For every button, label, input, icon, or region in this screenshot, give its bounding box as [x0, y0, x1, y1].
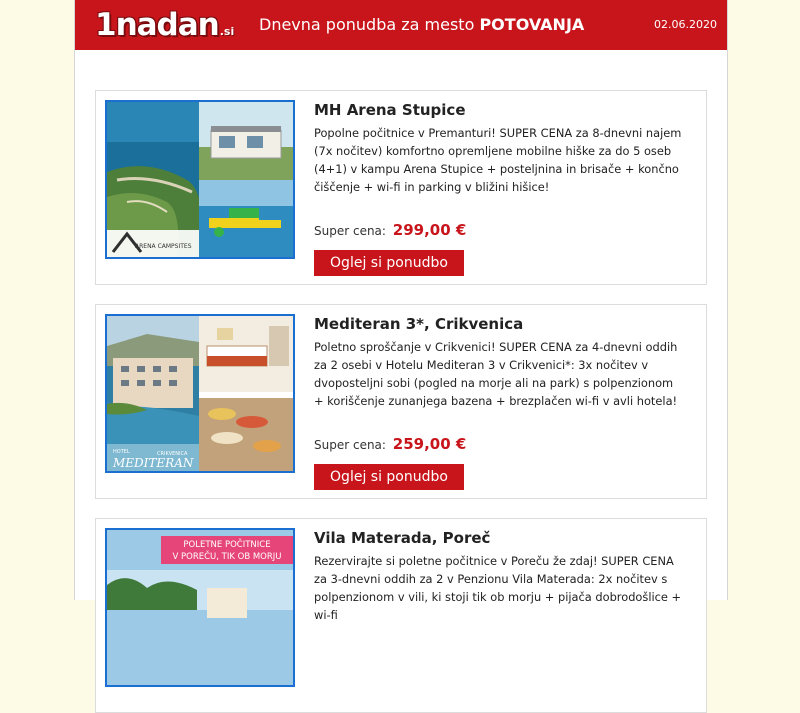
image-caption: MEDITERAN	[112, 456, 194, 470]
offer-title[interactable]: Mediteran 3*, Crikvenica	[314, 315, 523, 333]
offer-price: Super cena: 299,00 €	[314, 221, 466, 239]
price-value: 299,00 €	[392, 221, 467, 239]
offer-title[interactable]: Vila Materada, Poreč	[314, 529, 490, 547]
offer-card: HOTEL MEDITERAN CRIKVENICA Mediteran 3*,…	[95, 304, 707, 499]
site-logo[interactable]: 1nadan .si	[95, 4, 234, 44]
view-offer-button[interactable]: Oglej si ponudbo	[314, 250, 464, 276]
offer-card: POLETNE POČITNICE V POREČU, TIK OB MORJU…	[95, 518, 707, 713]
offer-description: Poletno sproščanje v Crikvenici! SUPER C…	[314, 340, 678, 408]
offer-image-graphic: ARENA CAMPSITES	[107, 102, 293, 257]
offer-image[interactable]: HOTEL MEDITERAN CRIKVENICA	[105, 314, 295, 473]
offer-image-graphic: HOTEL MEDITERAN CRIKVENICA	[107, 316, 293, 471]
logo-text: 1nadan	[95, 7, 220, 43]
image-caption-small: HOTEL	[113, 449, 130, 455]
image-caption-city: CRIKVENICA	[157, 451, 188, 457]
price-label: Super cena:	[314, 438, 386, 452]
headline-prefix: Dnevna ponudba za mesto	[259, 15, 475, 34]
offer-description: Popolne počitnice v Premanturi! SUPER CE…	[314, 126, 682, 194]
price-label: Super cena:	[314, 224, 386, 238]
headline: Dnevna ponudba za mesto POTOVANJA	[259, 15, 584, 34]
offer-description: Rezervirajte si poletne počitnice v Pore…	[314, 554, 682, 622]
image-banner-line2: V POREČU, TIK OB MORJU	[172, 550, 281, 562]
image-banner-line1: POLETNE POČITNICE	[183, 538, 270, 550]
headline-city: POTOVANJA	[479, 15, 585, 34]
price-value: 259,00 €	[392, 435, 467, 453]
header-bar: 1nadan .si Dnevna ponudba za mesto POTOV…	[75, 0, 727, 50]
newsletter-frame: 1nadan .si Dnevna ponudba za mesto POTOV…	[74, 0, 728, 713]
offer-title[interactable]: MH Arena Stupice	[314, 101, 466, 119]
image-caption: ARENA CAMPSITES	[135, 243, 192, 250]
offer-image[interactable]: POLETNE POČITNICE V POREČU, TIK OB MORJU	[105, 528, 295, 687]
date: 02.06.2020	[654, 18, 717, 31]
offer-price: Super cena: 259,00 €	[314, 435, 466, 453]
offer-image-graphic: POLETNE POČITNICE V POREČU, TIK OB MORJU	[107, 530, 293, 685]
view-offer-button[interactable]: Oglej si ponudbo	[314, 464, 464, 490]
offer-image[interactable]: ARENA CAMPSITES	[105, 100, 295, 259]
offer-card: ARENA CAMPSITES MH Arena Stupice Popolne…	[95, 90, 707, 285]
logo-tld: .si	[219, 25, 235, 38]
